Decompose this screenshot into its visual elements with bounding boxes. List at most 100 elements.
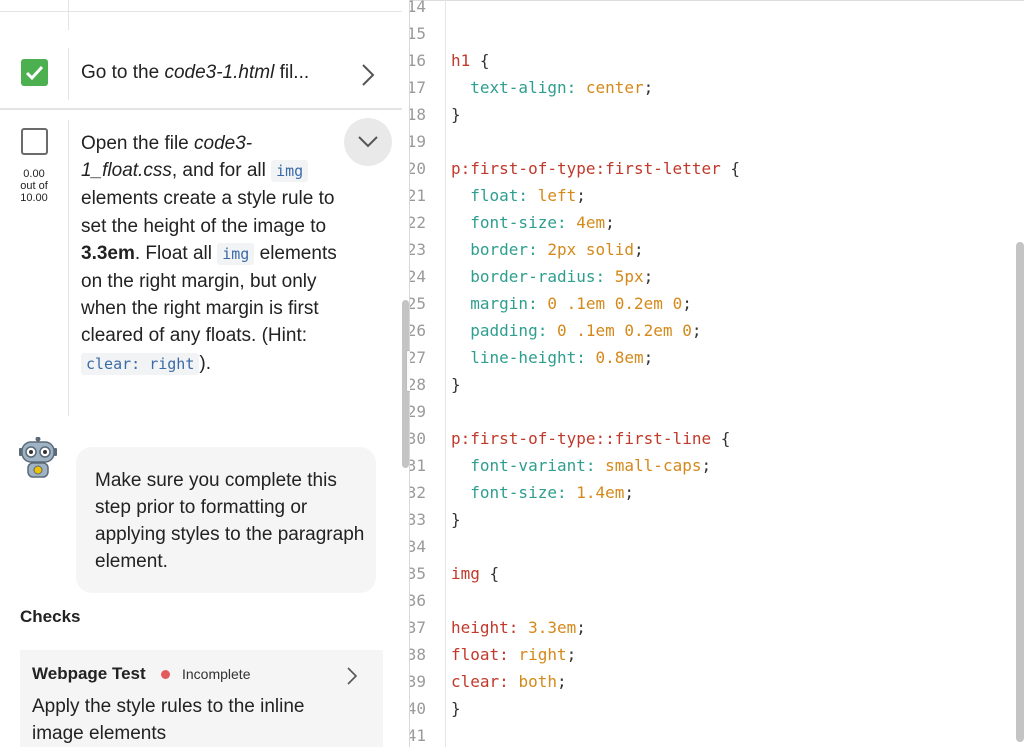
check-status: Incomplete (182, 666, 251, 682)
code-line[interactable]: 29 (410, 398, 1010, 425)
line-number: 24 (410, 267, 426, 286)
code-text: clear: both; (451, 672, 567, 691)
code-line[interactable]: 31 font-variant: small-caps; (410, 452, 1010, 479)
code-line[interactable]: 38 float: right; (410, 641, 1010, 668)
code-text: font-size: 4em; (470, 213, 615, 232)
code-text: h1 { (451, 51, 490, 70)
code-text: float: left; (470, 186, 586, 205)
line-number: 16 (410, 51, 426, 70)
code-text: height: 3.3em; (451, 618, 586, 637)
code-line[interactable]: 39 clear: both; (410, 668, 1010, 695)
code-line[interactable]: 28} (410, 371, 1010, 398)
code-text: line-height: 0.8em; (470, 348, 654, 367)
inline-code: img (271, 160, 309, 183)
chevron-right-icon[interactable] (360, 63, 376, 87)
code-line[interactable]: 33} (410, 506, 1010, 533)
score-out-of-label: out of (20, 180, 48, 192)
code-line[interactable]: 37 height: 3.3em; (410, 614, 1010, 641)
code-line[interactable]: 17 text-align: center; (410, 74, 1010, 101)
check-item[interactable]: Webpage Test Incomplete Apply the style … (20, 650, 383, 747)
code-line[interactable]: 41 (410, 722, 1010, 747)
line-number: 39 (410, 672, 426, 691)
line-number: 27 (410, 348, 426, 367)
score-total: 10.00 (20, 192, 48, 204)
code-line[interactable]: 27 line-height: 0.8em; (410, 344, 1010, 371)
task-item-completed[interactable]: Go to the code3-1.html fil... (0, 36, 402, 110)
code-line[interactable]: 20 p:first-of-type:first-letter { (410, 155, 1010, 182)
editor-scrollbar[interactable] (1016, 242, 1024, 742)
hint-text: Make sure you complete this step prior t… (95, 470, 365, 572)
code-text: } (451, 105, 461, 124)
robot-icon (18, 436, 58, 479)
line-number: 34 (410, 537, 426, 556)
code-line[interactable]: 22 font-size: 4em; (410, 209, 1010, 236)
checkbox-checked-icon[interactable] (21, 59, 48, 86)
checks-heading: Checks (20, 607, 81, 626)
divider (68, 48, 69, 100)
line-number: 15 (410, 24, 426, 43)
line-number: 14 (410, 0, 426, 16)
line-number: 33 (410, 510, 426, 529)
line-number: 35 (410, 564, 426, 583)
inline-code: img (217, 242, 255, 265)
code-text: padding: 0 .1em 0.2em 0; (470, 321, 702, 340)
code-text: border: 2px solid; (470, 240, 644, 259)
code-line[interactable]: 35 img { (410, 560, 1010, 587)
code-text: img { (451, 564, 500, 583)
checkbox-unchecked-icon[interactable] (21, 128, 48, 155)
code-line[interactable]: 32 font-size: 1.4em; (410, 479, 1010, 506)
code-line[interactable]: 40} (410, 695, 1010, 722)
code-line[interactable]: 21 float: left; (410, 182, 1010, 209)
line-number: 37 (410, 618, 426, 637)
line-number: 25 (410, 294, 426, 313)
line-number: 22 (410, 213, 426, 232)
code-line[interactable]: 16 h1 { (410, 47, 1010, 74)
task-description: Open the file code3-1_float.css, and for… (81, 133, 337, 375)
code-line[interactable]: 25 margin: 0 .1em 0.2em 0; (410, 290, 1010, 317)
line-number: 18 (410, 105, 426, 124)
divider (0, 11, 402, 12)
line-number: 41 (410, 726, 426, 745)
code-text: p:first-of-type::first-line { (451, 429, 731, 448)
code-line[interactable]: 15 (410, 20, 1010, 47)
task-summary: Go to the code3-1.html fil... (81, 62, 310, 83)
line-number: 30 (410, 429, 426, 448)
code-line[interactable]: 23 border: 2px solid; (410, 236, 1010, 263)
check-title: Webpage Test (32, 664, 146, 683)
code-line[interactable]: 36 (410, 587, 1010, 614)
chevron-down-icon (358, 136, 378, 148)
line-number: 32 (410, 483, 426, 502)
score-value: 0.00 (23, 168, 45, 180)
code-line[interactable]: 34 (410, 533, 1010, 560)
line-number: 17 (410, 78, 426, 97)
code-editor[interactable]: 14 15 16 h1 {17 text-align: center; 18} 19 20 p… (410, 0, 1024, 747)
instructions-panel: Go to the code3-1.html fil... 0.00 out o… (0, 0, 402, 747)
task-item-expanded[interactable]: 0.00 out of 10.00 Open the file code3-1_… (0, 112, 402, 422)
status-dot-icon (161, 670, 170, 679)
code-text: } (451, 375, 461, 394)
code-line[interactable]: 18} (410, 101, 1010, 128)
code-line[interactable]: 30 p:first-of-type::first-line { (410, 425, 1010, 452)
inline-code: clear: right (81, 352, 200, 375)
line-number: 19 (410, 132, 426, 151)
divider (68, 0, 69, 30)
chevron-right-icon[interactable] (346, 667, 358, 685)
code-text: float: right; (451, 645, 577, 664)
line-number: 21 (410, 186, 426, 205)
code-line[interactable]: 26 padding: 0 .1em 0.2em 0; (410, 317, 1010, 344)
line-number: 20 (410, 159, 426, 178)
line-number: 23 (410, 240, 426, 259)
line-number: 29 (410, 402, 426, 421)
code-text: font-variant: small-caps; (470, 456, 712, 475)
hint-bubble: Make sure you complete this step prior t… (76, 447, 376, 593)
code-line[interactable]: 19 (410, 128, 1010, 155)
code-text: margin: 0 .1em 0.2em 0; (470, 294, 692, 313)
line-number: 38 (410, 645, 426, 664)
check-description: Apply the style rules to the inline imag… (32, 696, 305, 744)
divider (68, 120, 69, 416)
collapse-button[interactable] (344, 118, 392, 166)
code-line[interactable]: 14 (410, 0, 1010, 20)
task-score: 0.00 out of 10.00 (10, 168, 58, 204)
code-text: } (451, 699, 461, 718)
code-line[interactable]: 24 border-radius: 5px; (410, 263, 1010, 290)
